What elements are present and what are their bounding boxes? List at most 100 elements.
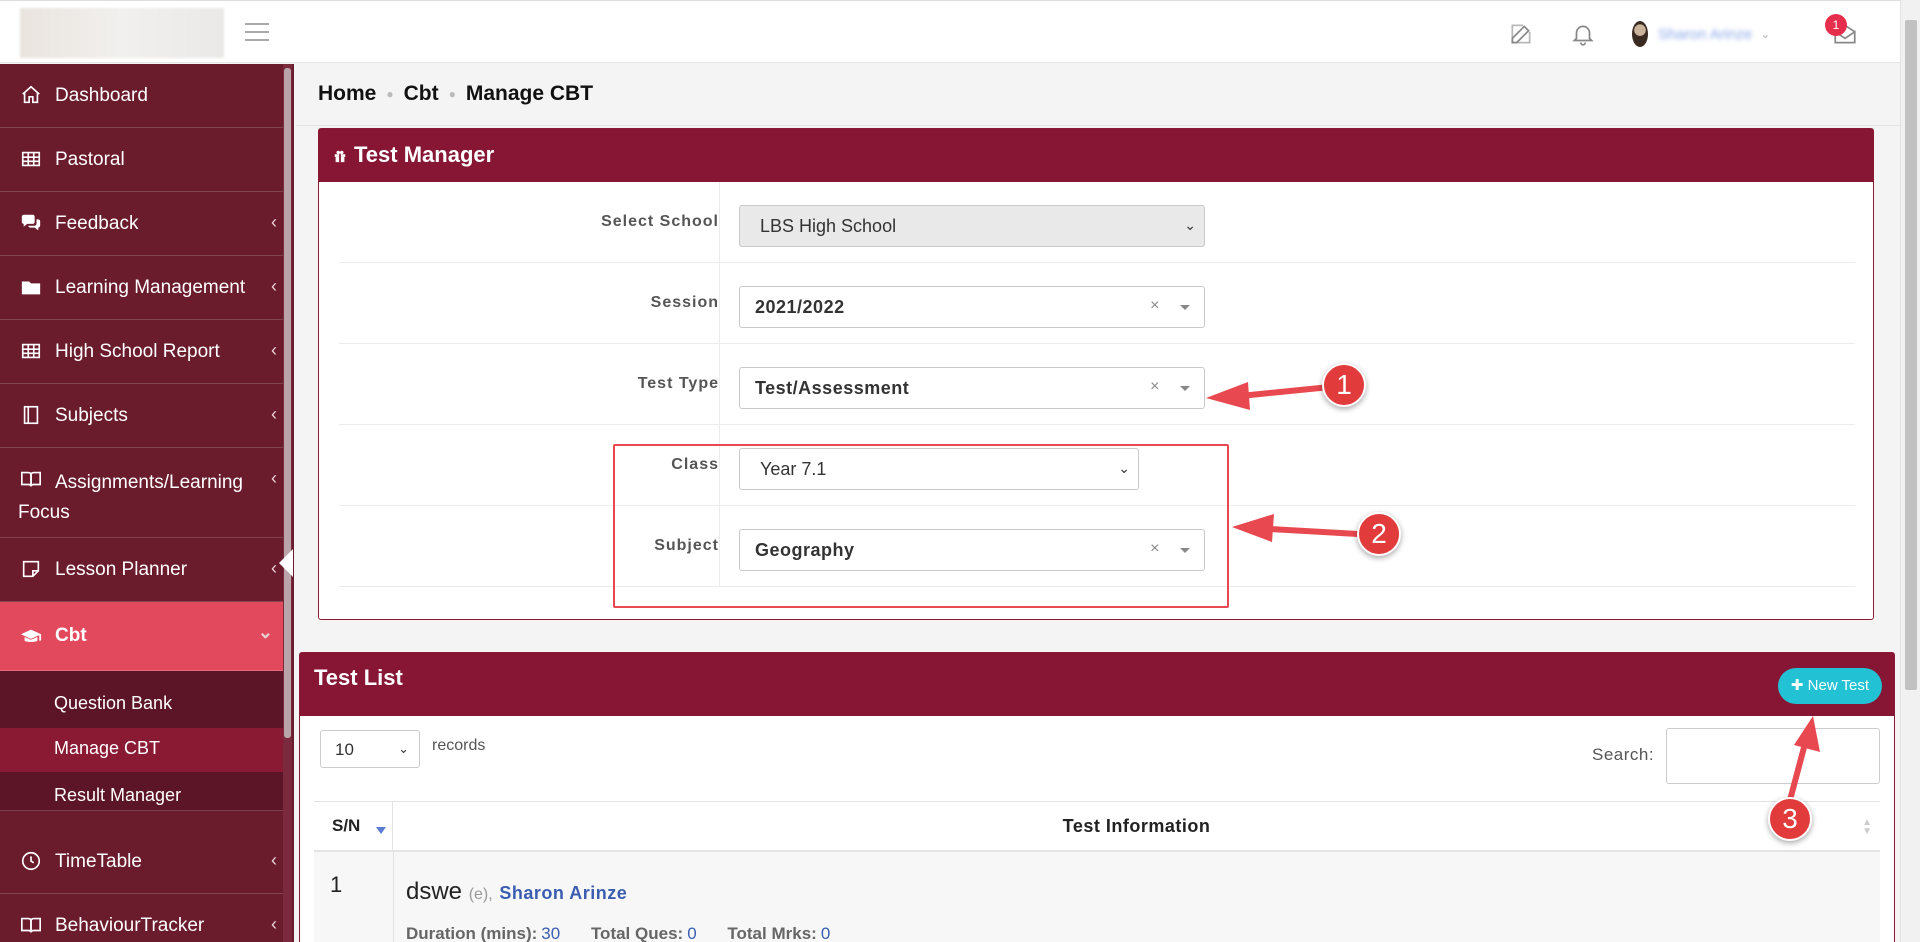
sidebar-item-cbt[interactable]: Cbt ⌄ bbox=[0, 602, 283, 671]
test-list-header: Test List ✚ New Test bbox=[300, 653, 1894, 716]
row-sn: 1 bbox=[330, 872, 343, 897]
breadcrumb-separator: ● bbox=[386, 87, 394, 101]
duration-label: Duration (mins): bbox=[406, 924, 538, 942]
sidebar-item-high-school-report[interactable]: High School Report ‹ bbox=[0, 320, 283, 384]
chevron-left-icon: ‹ bbox=[271, 850, 277, 870]
avatar bbox=[1632, 21, 1648, 47]
sidebar-item-assignments[interactable]: Assignments/Learning Focus ‹ bbox=[0, 448, 283, 538]
sidebar-item-label: Lesson Planner bbox=[55, 559, 188, 580]
sidebar-item-lesson-planner[interactable]: Lesson Planner ‹ bbox=[0, 538, 283, 602]
sort-desc-icon bbox=[376, 827, 386, 834]
submenu-item-result-manager[interactable]: Result Manager bbox=[0, 775, 283, 819]
edit-icon[interactable] bbox=[1508, 21, 1534, 47]
test-type-select[interactable]: Test/Assessment × bbox=[739, 367, 1205, 409]
page-length-select[interactable]: 10 ⌄ bbox=[320, 730, 420, 768]
sidebar-item-label: Dashboard bbox=[55, 85, 148, 106]
breadcrumb-current: Manage CBT bbox=[465, 82, 594, 105]
table-header: S/N Test Information ▲ ▼ bbox=[314, 802, 1880, 852]
breadcrumb-cbt[interactable]: Cbt bbox=[404, 82, 439, 106]
test-list-title: Test List bbox=[314, 665, 403, 690]
chevron-down-icon: ⌄ bbox=[1760, 27, 1771, 41]
graduation-cap-icon bbox=[20, 629, 42, 643]
test-table: S/N Test Information ▲ ▼ 1 dswe (e), Shar… bbox=[314, 801, 1880, 942]
dropdown-arrow-icon bbox=[1180, 305, 1190, 310]
sidebar-item-label: Learning Management bbox=[55, 277, 246, 298]
test-title: dswe (e), Sharon Arinze bbox=[406, 878, 627, 906]
page-scrollbar[interactable] bbox=[1900, 0, 1920, 942]
session-select[interactable]: 2021/2022 × bbox=[739, 286, 1205, 328]
table-icon bbox=[21, 151, 41, 167]
sidebar-item-pastoral[interactable]: Pastoral bbox=[0, 128, 283, 192]
test-list-card: Test List ✚ New Test 10 ⌄ records Search… bbox=[299, 652, 1895, 942]
page-length-value: 10 bbox=[335, 740, 354, 759]
school-select-value: LBS High School bbox=[760, 216, 897, 236]
annotation-badge-2: 2 bbox=[1357, 512, 1401, 556]
chevron-down-icon: ⌄ bbox=[1184, 217, 1196, 233]
chevron-left-icon: ‹ bbox=[271, 340, 277, 360]
test-manager-title: Test Manager bbox=[354, 142, 495, 167]
user-name: Sharon Arinze bbox=[1658, 25, 1753, 43]
clear-icon[interactable]: × bbox=[1150, 297, 1160, 315]
marks-label: Total Mrks: bbox=[727, 924, 817, 942]
chevron-left-icon: ‹ bbox=[271, 558, 277, 578]
chevron-left-icon: ‹ bbox=[271, 468, 277, 488]
records-label: records bbox=[432, 737, 486, 754]
chevron-left-icon: ‹ bbox=[271, 276, 277, 296]
breadcrumb: Home ● Cbt ● Manage CBT bbox=[318, 82, 593, 106]
comments-icon bbox=[21, 214, 41, 231]
table-row: 1 dswe (e), Sharon Arinze Duration (mins… bbox=[314, 852, 1880, 942]
form-row-session: Session 2021/2022 × bbox=[339, 263, 1855, 344]
cbt-submenu: Question Bank Manage CBT Result Manager bbox=[0, 671, 283, 811]
sort-icon: ▲ ▼ bbox=[1862, 817, 1872, 837]
book-open-icon bbox=[21, 917, 41, 933]
test-meta: Duration (mins): 30 Total Ques: 0 Total Mr… bbox=[406, 924, 856, 942]
sidebar-item-behaviour-tracker[interactable]: BehaviourTracker ‹ bbox=[0, 894, 283, 942]
sidebar-item-subjects[interactable]: Subjects ‹ bbox=[0, 384, 283, 448]
submenu-item-manage-cbt[interactable]: Manage CBT bbox=[0, 728, 283, 772]
breadcrumb-home[interactable]: Home bbox=[318, 82, 376, 106]
sidebar-item-feedback[interactable]: Feedback ‹ bbox=[0, 192, 283, 256]
test-author-link[interactable]: Sharon Arinze bbox=[499, 883, 627, 903]
notification-bell-icon[interactable] bbox=[1570, 21, 1596, 47]
new-test-button[interactable]: ✚ New Test bbox=[1778, 668, 1882, 704]
clock-icon bbox=[21, 851, 41, 871]
questions-value: 0 bbox=[687, 924, 697, 942]
sidebar-scrollbar-thumb[interactable] bbox=[284, 68, 291, 738]
plus-icon: ✚ bbox=[1790, 677, 1804, 694]
form-row-school: Select School LBS High School ⌄ bbox=[339, 182, 1855, 263]
sidebar-item-learning-management[interactable]: Learning Management ‹ bbox=[0, 256, 283, 320]
sidebar-item-dashboard[interactable]: Dashboard bbox=[0, 64, 283, 128]
submenu-item-label: Question Bank bbox=[54, 693, 173, 713]
sidebar-scrollbar[interactable] bbox=[283, 64, 292, 942]
questions-label: Total Ques: bbox=[590, 924, 684, 942]
sticky-note-icon bbox=[22, 560, 40, 578]
session-label: Session bbox=[650, 294, 719, 311]
column-header-test-information[interactable]: Test Information bbox=[393, 816, 1880, 837]
sidebar-item-label: High School Report bbox=[55, 341, 220, 362]
sidebar-item-label: Assignments/Learning Focus bbox=[18, 472, 243, 523]
test-type-value: Test/Assessment bbox=[755, 378, 910, 398]
search-label: Search: bbox=[1592, 745, 1655, 764]
test-type-label: Test Type bbox=[637, 375, 719, 392]
clear-icon[interactable]: × bbox=[1150, 378, 1160, 396]
school-logo[interactable] bbox=[20, 8, 224, 58]
menu-toggle-icon[interactable] bbox=[245, 23, 269, 41]
chevron-down-icon: ⌄ bbox=[398, 741, 409, 756]
school-label: Select School bbox=[601, 213, 719, 230]
test-manager-header: Test Manager bbox=[319, 129, 1873, 182]
sidebar-item-label: TimeTable bbox=[55, 851, 142, 872]
marks-value: 0 bbox=[820, 924, 831, 942]
mail-count-badge: 1 bbox=[1825, 14, 1847, 36]
folder-icon bbox=[21, 281, 41, 295]
chevron-left-icon: ‹ bbox=[271, 404, 277, 424]
dropdown-arrow-icon bbox=[1180, 386, 1190, 391]
duration-value: 30 bbox=[541, 924, 561, 942]
sidebar-item-timetable[interactable]: TimeTable ‹ bbox=[0, 830, 283, 894]
column-header-label: Test Information bbox=[1062, 816, 1211, 836]
page-scrollbar-thumb[interactable] bbox=[1905, 20, 1917, 690]
search-input[interactable] bbox=[1666, 728, 1880, 784]
sidebar-item-label: Cbt bbox=[55, 625, 87, 646]
user-menu[interactable]: Sharon Arinze ⌄ bbox=[1632, 21, 1770, 47]
school-select[interactable]: LBS High School ⌄ bbox=[739, 205, 1205, 247]
submenu-item-question-bank[interactable]: Question Bank bbox=[0, 683, 283, 727]
